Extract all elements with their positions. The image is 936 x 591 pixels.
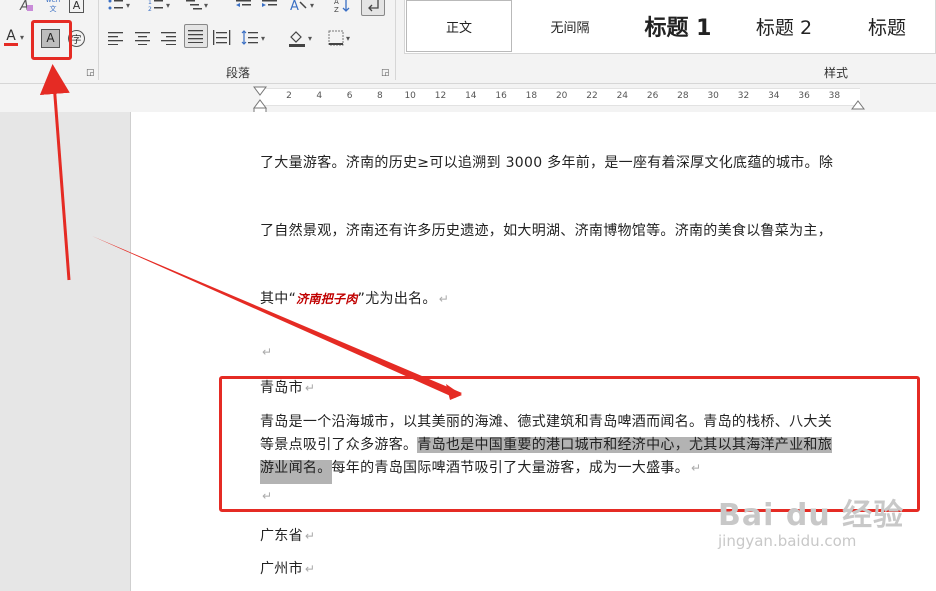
word-window: A wén 文 A A ▾ A 字 ◲ ▾ 1 2 ▾ ▾ A ▾ A Z ▾ … bbox=[0, 0, 936, 591]
watermark-url: jingyan.baidu.com bbox=[718, 532, 857, 550]
watermark-logo: Bai du 经验 bbox=[718, 498, 905, 533]
arrow-up bbox=[39, 64, 71, 281]
watermark: Bai du 经验 jingyan.baidu.com bbox=[718, 490, 904, 550]
arrow-pointer bbox=[92, 236, 462, 398]
